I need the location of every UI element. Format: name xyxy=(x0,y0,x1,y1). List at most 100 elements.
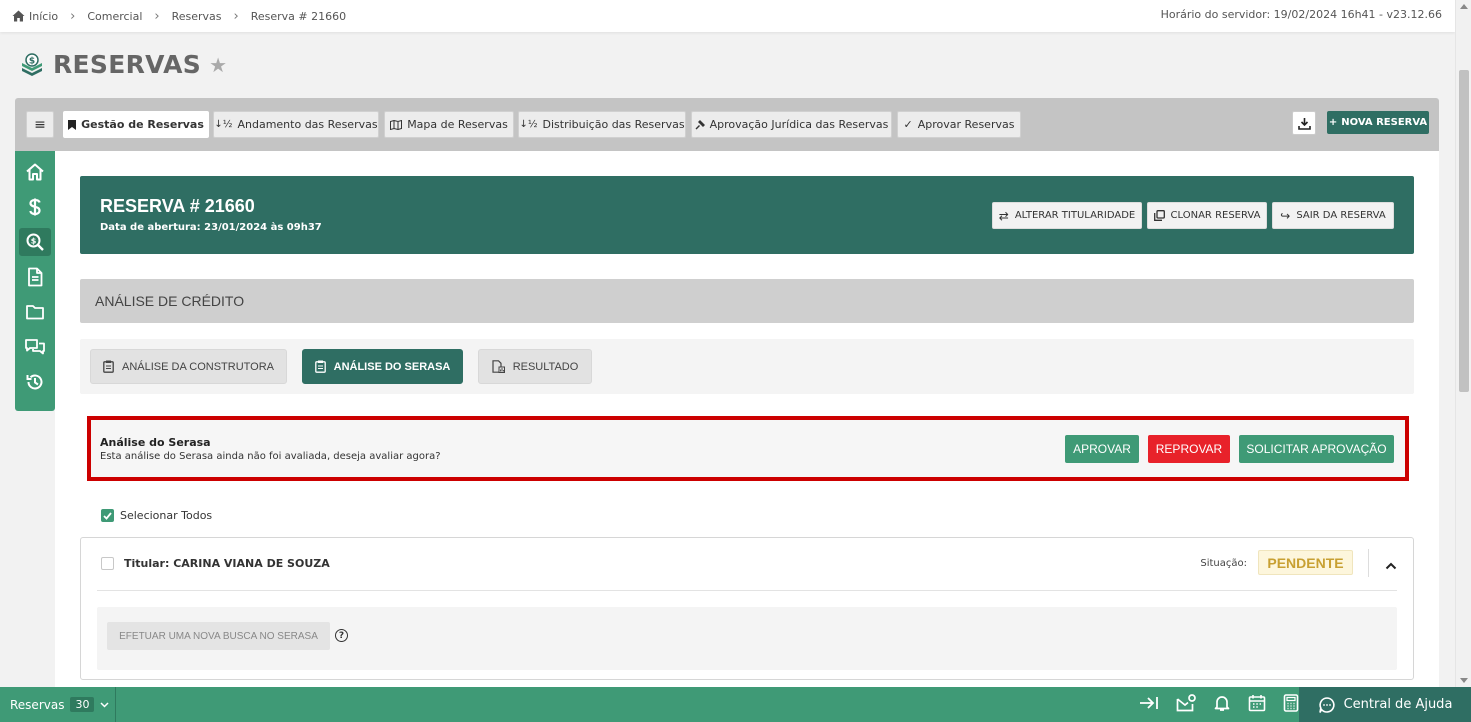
breadcrumb: Início › Comercial › Reservas › Reserva … xyxy=(0,9,346,24)
document-icon xyxy=(28,267,43,287)
home-icon xyxy=(12,10,25,22)
favorite-star-icon[interactable]: ★ xyxy=(209,53,227,77)
calculator-button[interactable] xyxy=(1283,693,1299,716)
download-button[interactable] xyxy=(1292,111,1316,135)
bell-icon xyxy=(1214,695,1230,711)
chevron-right-icon: › xyxy=(233,8,239,24)
tab-andamento-reservas[interactable]: ↓½ Andamento das Reservas xyxy=(213,111,379,138)
alert-title: Análise do Serasa xyxy=(100,436,211,449)
sort-numeric-icon: ↓½ xyxy=(519,119,538,130)
dollar-icon xyxy=(29,198,41,216)
mail-notification-icon xyxy=(1176,693,1196,711)
share-arrow-icon: ↪ xyxy=(1280,208,1291,223)
titular-name: Titular: CARINA VIANA DE SOUZA xyxy=(124,557,330,570)
clonar-reserva-button[interactable]: CLONAR RESERVA xyxy=(1147,202,1267,229)
select-all[interactable]: Selecionar Todos xyxy=(101,509,212,522)
chevron-right-icon: › xyxy=(70,8,76,24)
server-time: Horário do servidor: 19/02/2024 16h41 - … xyxy=(1160,8,1442,21)
clipboard-icon xyxy=(103,360,114,373)
tab-resultado[interactable]: RESULTADO xyxy=(478,349,592,384)
arrow-to-right-icon xyxy=(1140,696,1158,709)
help-icon[interactable]: ? xyxy=(335,629,348,642)
situacao-label: Situação: xyxy=(1200,558,1247,569)
divider xyxy=(97,590,1397,591)
breadcrumb-reservas[interactable]: Reservas xyxy=(172,10,222,23)
sair-reserva-button[interactable]: ↪ SAIR DA RESERVA xyxy=(1272,202,1394,229)
copy-icon xyxy=(1153,210,1165,221)
alert-message: Esta análise do Serasa ainda não foi ava… xyxy=(100,451,441,462)
check-icon xyxy=(103,511,112,520)
sort-numeric-icon: ↓½ xyxy=(214,119,233,130)
tab-mapa-reservas[interactable]: Mapa de Reservas xyxy=(384,111,514,138)
module-count-badge: 30 xyxy=(70,697,95,712)
central-ajuda-button[interactable]: Central de Ajuda xyxy=(1299,687,1471,722)
select-all-checkbox[interactable] xyxy=(101,509,114,522)
menu-toggle-button[interactable]: ≡ xyxy=(26,111,54,138)
exchange-icon: ⇄ xyxy=(998,208,1009,223)
collapse-right-button[interactable] xyxy=(1139,695,1159,715)
nav-arquivos[interactable] xyxy=(19,298,51,326)
module-name: Reservas xyxy=(10,697,65,712)
titular-checkbox[interactable] xyxy=(101,557,114,570)
bottom-icons xyxy=(1139,687,1299,722)
nav-mensagens[interactable] xyxy=(19,333,51,361)
nova-busca-serasa-button[interactable]: EFETUAR UMA NOVA BUSCA NO SERASA xyxy=(107,622,330,650)
nova-reserva-button[interactable]: + NOVA RESERVA xyxy=(1327,111,1429,134)
clipboard-icon xyxy=(314,360,326,373)
collapse-button[interactable] xyxy=(1385,555,1397,574)
bottom-bar: Reservas 30 Central de Ajuda xyxy=(0,687,1471,722)
chat-bubble-icon xyxy=(1318,696,1335,713)
nav-financeiro[interactable] xyxy=(19,193,51,221)
tab-distribuicao-reservas[interactable]: ↓½ Distribuição das Reservas xyxy=(518,111,686,138)
svg-text:$: $ xyxy=(29,56,35,66)
file-chart-icon xyxy=(492,360,505,373)
vertical-scrollbar[interactable] xyxy=(1455,0,1471,687)
analise-credito-section-title: ANÁLISE DE CRÉDITO xyxy=(80,279,1414,323)
nav-home[interactable] xyxy=(19,158,51,186)
solicitar-aprovacao-button[interactable]: SOLICITAR APROVAÇÃO xyxy=(1239,435,1394,463)
scroll-thumb[interactable] xyxy=(1459,70,1469,392)
notifications-mail-button[interactable] xyxy=(1176,693,1196,716)
status-badge: PENDENTE xyxy=(1258,550,1353,575)
reserva-opening-date: Data de abertura: 23/01/2024 às 09h37 xyxy=(100,222,322,233)
tab-aprovar-reservas[interactable]: ✓ Aprovar Reservas xyxy=(897,111,1021,138)
check-icon: ✓ xyxy=(903,118,913,131)
tab-gestao-reservas[interactable]: Gestão de Reservas xyxy=(63,111,209,138)
calendar-button[interactable] xyxy=(1248,694,1266,716)
titular-card: Titular: CARINA VIANA DE SOUZA Situação:… xyxy=(80,537,1414,680)
page-title: RESERVAS xyxy=(53,50,202,79)
nav-analise-credito[interactable]: $ xyxy=(19,228,51,256)
serasa-approval-alert: Análise do Serasa Esta análise do Serasa… xyxy=(87,416,1409,481)
folder-icon xyxy=(26,305,44,320)
module-toolbar: ≡ Gestão de Reservas ↓½ Andamento das Re… xyxy=(15,98,1439,151)
history-icon xyxy=(26,374,43,390)
module-selector[interactable]: Reservas 30 xyxy=(0,687,116,722)
chevron-right-icon: › xyxy=(154,8,160,24)
nav-historico[interactable] xyxy=(19,368,51,396)
chat-icon xyxy=(25,339,45,355)
tab-analise-serasa[interactable]: ANÁLISE DO SERASA xyxy=(302,349,463,384)
select-all-label: Selecionar Todos xyxy=(120,509,213,522)
aprovar-button[interactable]: APROVAR xyxy=(1065,435,1139,463)
tab-aprovacao-juridica[interactable]: Aprovação Jurídica das Reservas xyxy=(691,111,892,138)
nav-documentos[interactable] xyxy=(19,263,51,291)
scroll-down-arrow-icon[interactable] xyxy=(1460,678,1468,683)
calculator-icon xyxy=(1283,693,1299,712)
reprovar-button[interactable]: REPROVAR xyxy=(1148,435,1230,463)
gavel-icon xyxy=(695,119,705,129)
reserva-side-nav: $ xyxy=(15,151,55,411)
alterar-titularidade-button[interactable]: ⇄ ALTERAR TITULARIDADE xyxy=(992,202,1142,229)
breadcrumb-comercial[interactable]: Comercial xyxy=(87,10,142,23)
scroll-up-arrow-icon[interactable] xyxy=(1460,4,1468,9)
breadcrumb-home[interactable]: Início xyxy=(12,10,58,23)
hamburger-icon: ≡ xyxy=(34,116,46,133)
map-icon xyxy=(390,119,403,130)
alerts-button[interactable] xyxy=(1213,694,1231,716)
download-icon xyxy=(1297,117,1311,130)
tab-analise-construtora[interactable]: ANÁLISE DA CONSTRUTORA xyxy=(90,349,287,384)
money-stack-icon: $ xyxy=(22,52,42,76)
search-dollar-icon: $ xyxy=(26,233,44,251)
reserva-title: RESERVA # 21660 xyxy=(100,196,255,216)
home-icon xyxy=(26,163,44,181)
svg-text:$: $ xyxy=(31,237,37,246)
